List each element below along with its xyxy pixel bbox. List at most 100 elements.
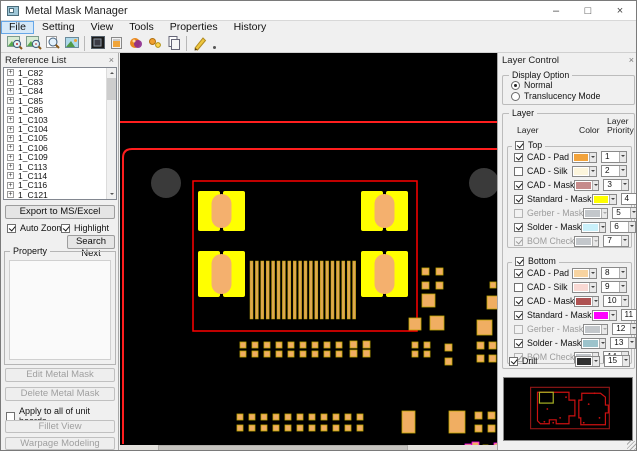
- expand-icon[interactable]: +: [7, 79, 14, 86]
- expand-icon[interactable]: +: [7, 97, 14, 104]
- tree-item-1-c109[interactable]: +1_C109: [4, 153, 116, 162]
- chevron-down-icon[interactable]: [601, 325, 608, 334]
- chevron-down-icon[interactable]: [630, 208, 637, 218]
- chevron-down-icon[interactable]: [622, 356, 629, 366]
- close-button[interactable]: ×: [604, 1, 636, 21]
- priority-dropdown[interactable]: 10: [603, 295, 629, 307]
- layer-checkbox[interactable]: [514, 223, 523, 232]
- tree-item-1-c105[interactable]: +1_C105: [4, 134, 116, 143]
- chevron-down-icon[interactable]: [619, 282, 626, 292]
- delete-metal-mask-button[interactable]: Delete Metal Mask: [5, 387, 115, 401]
- expand-icon[interactable]: +: [7, 163, 14, 170]
- chevron-down-icon[interactable]: [589, 283, 596, 292]
- priority-dropdown[interactable]: 13: [610, 337, 636, 349]
- layer-checkbox[interactable]: [514, 339, 523, 348]
- color-dropdown[interactable]: [583, 208, 608, 219]
- layer-checkbox[interactable]: [514, 167, 523, 176]
- tree-item-1-c121[interactable]: +1_C121: [4, 190, 116, 199]
- expand-icon[interactable]: +: [7, 69, 14, 76]
- scrollbar-thumb[interactable]: [107, 78, 116, 100]
- chevron-down-icon[interactable]: [589, 167, 596, 176]
- bottom-layer-checkbox[interactable]: [515, 257, 524, 266]
- color-dropdown[interactable]: [572, 282, 597, 293]
- auto-zoom-checkbox[interactable]: Auto Zoom: [7, 223, 64, 233]
- edit-metal-mask-button[interactable]: Edit Metal Mask: [5, 368, 115, 382]
- tree-item-1-c116[interactable]: +1_C116: [4, 181, 116, 190]
- zoom-out-image-icon[interactable]: [24, 35, 43, 52]
- chevron-down-icon[interactable]: [619, 166, 626, 176]
- expand-icon[interactable]: +: [7, 107, 14, 114]
- layer-checkbox[interactable]: [514, 237, 523, 246]
- tree-item-1-c83[interactable]: +1_C83: [4, 77, 116, 86]
- warpage-modeling-button[interactable]: Warpage Modeling: [5, 437, 115, 450]
- zoom-in-image-icon[interactable]: [5, 35, 24, 52]
- menu-item-view[interactable]: View: [83, 21, 122, 34]
- radio-translucency-mode[interactable]: Translucency Mode: [511, 91, 600, 101]
- expand-icon[interactable]: +: [7, 116, 14, 123]
- menu-item-setting[interactable]: Setting: [34, 21, 83, 34]
- expand-icon[interactable]: +: [7, 154, 14, 161]
- chevron-down-icon[interactable]: [589, 153, 596, 162]
- priority-dropdown[interactable]: 6: [610, 221, 636, 233]
- copy-icon[interactable]: [164, 35, 183, 52]
- tree-item-1-c104[interactable]: +1_C104: [4, 124, 116, 133]
- menu-item-history[interactable]: History: [226, 21, 275, 34]
- expand-icon[interactable]: +: [7, 172, 14, 179]
- display-icon[interactable]: [88, 35, 107, 52]
- scroll-up-arrow-icon[interactable]: [107, 68, 117, 77]
- expand-icon[interactable]: +: [7, 135, 14, 142]
- expand-icon[interactable]: +: [7, 182, 14, 189]
- color-dropdown[interactable]: [574, 296, 599, 307]
- tree-item-1-c113[interactable]: +1_C113: [4, 162, 116, 171]
- chevron-down-icon[interactable]: [601, 209, 608, 218]
- chevron-down-icon[interactable]: [628, 222, 635, 232]
- tree-item-1-c103[interactable]: +1_C103: [4, 115, 116, 124]
- tree-item-1-c85[interactable]: +1_C85: [4, 96, 116, 105]
- tree-item-1-c86[interactable]: +1_C86: [4, 106, 116, 115]
- menu-item-properties[interactable]: Properties: [162, 21, 226, 34]
- image-view-icon[interactable]: [62, 35, 81, 52]
- priority-dropdown[interactable]: 1: [601, 151, 627, 163]
- color-dropdown[interactable]: [575, 356, 600, 367]
- color-dropdown[interactable]: [581, 222, 606, 233]
- auto-zoom-checkbox-box[interactable]: [7, 224, 16, 233]
- expand-icon[interactable]: +: [7, 88, 14, 95]
- color-dropdown[interactable]: [574, 180, 599, 191]
- radio-button[interactable]: [511, 81, 520, 90]
- expand-icon[interactable]: +: [7, 144, 14, 151]
- chevron-down-icon[interactable]: [630, 324, 637, 334]
- color-dropdown[interactable]: [581, 338, 606, 349]
- layer-checkbox[interactable]: [514, 195, 523, 204]
- layer-checkbox[interactable]: [514, 325, 523, 334]
- layer-control-close-icon[interactable]: ×: [629, 55, 634, 65]
- priority-dropdown[interactable]: 15: [604, 355, 630, 367]
- chevron-down-icon[interactable]: [621, 236, 628, 246]
- chevron-down-icon[interactable]: [621, 296, 628, 306]
- highlight-checkbox[interactable]: Highlight: [61, 223, 109, 233]
- radio-button[interactable]: [511, 92, 520, 101]
- chevron-down-icon[interactable]: [592, 181, 599, 190]
- bottom-layer-toggle[interactable]: Bottom: [512, 256, 559, 266]
- layer-checkbox[interactable]: [514, 181, 523, 190]
- color-dropdown[interactable]: [572, 268, 597, 279]
- board-view-icon[interactable]: [107, 35, 126, 52]
- expand-icon[interactable]: +: [7, 126, 14, 133]
- chevron-down-icon[interactable]: [592, 237, 599, 246]
- layer-checkbox[interactable]: [514, 269, 523, 278]
- chevron-down-icon[interactable]: [619, 268, 626, 278]
- resize-grip[interactable]: [627, 441, 637, 451]
- chevron-down-icon[interactable]: [621, 180, 628, 190]
- priority-dropdown[interactable]: 5: [612, 207, 637, 219]
- layer-checkbox[interactable]: [514, 153, 523, 162]
- search-next-button[interactable]: Search Next: [67, 235, 115, 249]
- chevron-down-icon[interactable]: [628, 338, 635, 348]
- color-sphere-icon[interactable]: [126, 35, 145, 52]
- color-dropdown[interactable]: [572, 166, 597, 177]
- expand-icon[interactable]: +: [7, 191, 14, 198]
- layer-checkbox[interactable]: [514, 209, 523, 218]
- color-dropdown[interactable]: [592, 194, 617, 205]
- canvas-scrollbar-thumb[interactable]: [158, 445, 408, 451]
- export-button[interactable]: Export to MS/Excel: [5, 205, 115, 219]
- minimize-button[interactable]: –: [540, 1, 572, 21]
- priority-dropdown[interactable]: 7: [603, 235, 629, 247]
